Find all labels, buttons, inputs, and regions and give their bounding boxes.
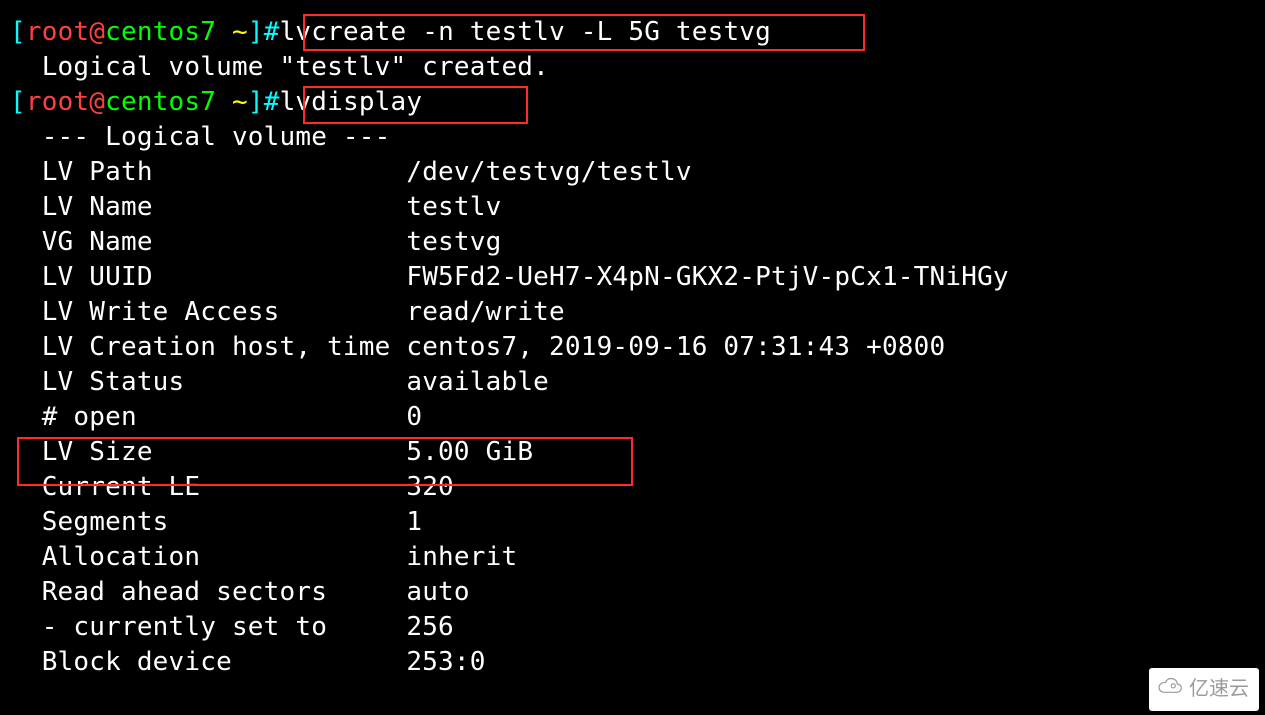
lv-label: Segments bbox=[10, 507, 406, 537]
cloud-icon bbox=[1157, 672, 1183, 707]
prompt-host: centos7 bbox=[105, 87, 216, 117]
lv-value: inherit bbox=[406, 542, 517, 572]
lv-row: LV Write Access read/write bbox=[10, 297, 565, 327]
lv-value: 256 bbox=[406, 612, 454, 642]
lv-label: LV Status bbox=[10, 367, 406, 397]
lv-label: Allocation bbox=[10, 542, 406, 572]
prompt-user: root bbox=[26, 87, 89, 117]
prompt-at: @ bbox=[89, 87, 105, 117]
lv-row: # open 0 bbox=[10, 402, 422, 432]
lv-value: centos7, 2019-09-16 07:31:43 +0800 bbox=[406, 332, 945, 362]
lv-row: - currently set to 256 bbox=[10, 612, 454, 642]
lv-label: Read ahead sectors bbox=[10, 577, 406, 607]
prompt-hash: # bbox=[264, 87, 280, 117]
lv-row: LV UUID FW5Fd2-UeH7-X4pN-GKX2-PtjV-pCx1-… bbox=[10, 262, 1009, 292]
prompt-close-bracket: ] bbox=[248, 87, 264, 117]
lvdisplay-header: --- Logical volume --- bbox=[10, 122, 390, 152]
prompt-host: centos7 bbox=[105, 17, 216, 47]
lv-label: - currently set to bbox=[10, 612, 406, 642]
lv-value: 253:0 bbox=[406, 647, 485, 677]
lv-row: Read ahead sectors auto bbox=[10, 577, 470, 607]
watermark-badge: 亿速云 bbox=[1149, 668, 1259, 711]
prompt-path: ~ bbox=[232, 87, 248, 117]
prompt-line-1: [root@centos7 ~]#lvcreate -n testlv -L 5… bbox=[10, 17, 771, 47]
lv-label: VG Name bbox=[10, 227, 406, 257]
lv-label: LV UUID bbox=[10, 262, 406, 292]
prompt-at: @ bbox=[89, 17, 105, 47]
lv-value: 5.00 GiB bbox=[406, 437, 533, 467]
lv-label: LV Path bbox=[10, 157, 406, 187]
prompt-hash: # bbox=[264, 17, 280, 47]
lv-value: /dev/testvg/testlv bbox=[406, 157, 691, 187]
lv-row: VG Name testvg bbox=[10, 227, 501, 257]
prompt-user: root bbox=[26, 17, 89, 47]
lv-label: LV Size bbox=[10, 437, 406, 467]
lv-value: FW5Fd2-UeH7-X4pN-GKX2-PtjV-pCx1-TNiHGy bbox=[406, 262, 1008, 292]
lv-row: LV Creation host, time centos7, 2019-09-… bbox=[10, 332, 945, 362]
command-lvcreate: lvcreate -n testlv -L 5G testvg bbox=[280, 17, 771, 47]
lv-value: read/write bbox=[406, 297, 565, 327]
lv-label: Current LE bbox=[10, 472, 406, 502]
lv-row: Current LE 320 bbox=[10, 472, 454, 502]
terminal-output[interactable]: [root@centos7 ~]#lvcreate -n testlv -L 5… bbox=[0, 0, 1265, 690]
lv-label: LV Creation host, time bbox=[10, 332, 406, 362]
prompt-path: ~ bbox=[232, 17, 248, 47]
lv-value: 0 bbox=[406, 402, 422, 432]
lv-value: testlv bbox=[406, 192, 501, 222]
prompt-open-bracket: [ bbox=[10, 17, 26, 47]
prompt-space bbox=[216, 17, 232, 47]
lv-row: Segments 1 bbox=[10, 507, 422, 537]
prompt-line-2: [root@centos7 ~]#lvdisplay bbox=[10, 87, 422, 117]
command-lvdisplay: lvdisplay bbox=[280, 87, 423, 117]
lv-value: available bbox=[406, 367, 549, 397]
lv-row: LV Size 5.00 GiB bbox=[10, 437, 533, 467]
prompt-open-bracket: [ bbox=[10, 87, 26, 117]
lv-value: auto bbox=[406, 577, 469, 607]
watermark-text: 亿速云 bbox=[1189, 672, 1249, 707]
lv-value: testvg bbox=[406, 227, 501, 257]
lv-label: Block device bbox=[10, 647, 406, 677]
lv-label: # open bbox=[10, 402, 406, 432]
output-lvcreate: Logical volume "testlv" created. bbox=[10, 52, 549, 82]
lv-value: 1 bbox=[406, 507, 422, 537]
lv-row: LV Name testlv bbox=[10, 192, 501, 222]
lv-row: LV Status available bbox=[10, 367, 549, 397]
lv-label: LV Name bbox=[10, 192, 406, 222]
lv-row: LV Path /dev/testvg/testlv bbox=[10, 157, 692, 187]
lv-row: Block device 253:0 bbox=[10, 647, 486, 677]
prompt-close-bracket: ] bbox=[248, 17, 264, 47]
lv-row: Allocation inherit bbox=[10, 542, 517, 572]
prompt-space bbox=[216, 87, 232, 117]
lv-value: 320 bbox=[406, 472, 454, 502]
lv-label: LV Write Access bbox=[10, 297, 406, 327]
